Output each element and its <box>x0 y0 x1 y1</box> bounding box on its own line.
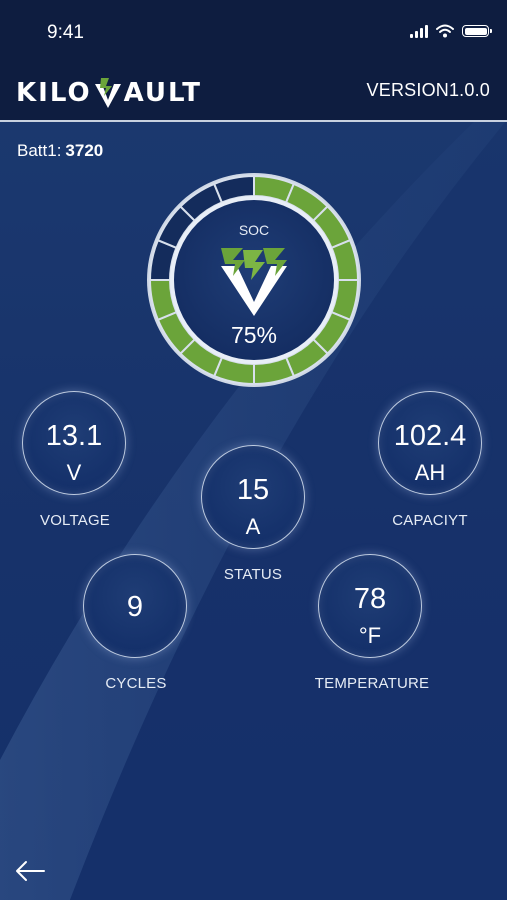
soc-label: SOC <box>238 222 270 238</box>
cycles-gauge[interactable]: 9 <box>83 554 187 658</box>
version-label: VERSION1.0.0 <box>366 80 490 100</box>
status-label: STATUS <box>223 566 283 583</box>
wifi-icon <box>436 24 454 38</box>
battery-icon <box>462 25 492 37</box>
soc-kilovault-icon <box>221 248 287 316</box>
battery-label: Batt1: <box>17 141 62 160</box>
battery-id-value: 3720 <box>65 141 104 160</box>
temperature-unit: °F <box>358 623 382 648</box>
voltage-value: 13.1 <box>45 420 103 452</box>
temperature-value: 78 <box>353 583 387 615</box>
logo-text-right: AULT <box>123 78 203 108</box>
temperature-gauge[interactable]: 78 °F <box>318 554 422 658</box>
status-time: 9:41 <box>47 22 84 43</box>
capacity-value: 102.4 <box>393 420 467 452</box>
kilovault-logo: KILO AULT <box>16 76 202 110</box>
cellular-signal-icon <box>410 24 428 38</box>
soc-gauge: SOC 75% <box>146 172 362 388</box>
arrow-left-icon <box>16 861 45 881</box>
app-header: KILO AULT VERSION1.0.0 <box>0 68 507 122</box>
voltage-unit: V <box>66 460 82 485</box>
status-icons <box>410 24 492 38</box>
kilovault-v-icon <box>94 78 121 108</box>
cycles-label: CYCLES <box>105 675 167 692</box>
status-unit: A <box>245 514 261 539</box>
temperature-label: TEMPERATURE <box>314 675 430 692</box>
soc-value: 75% <box>230 322 278 348</box>
capacity-unit: AH <box>414 460 446 485</box>
capacity-gauge[interactable]: 102.4 AH <box>378 391 482 495</box>
capacity-label: CAPACIYT <box>392 512 468 529</box>
voltage-label: VOLTAGE <box>39 512 111 529</box>
logo-text-left: KILO <box>16 78 92 108</box>
cycles-value: 9 <box>126 591 144 623</box>
status-bar: 9:41 <box>0 0 507 68</box>
voltage-gauge[interactable]: 13.1 V <box>22 391 126 495</box>
back-button[interactable] <box>12 855 48 887</box>
status-value: 15 <box>236 474 270 506</box>
battery-identifier: Batt1: 3720 <box>17 141 103 161</box>
status-gauge[interactable]: 15 A <box>201 445 305 549</box>
